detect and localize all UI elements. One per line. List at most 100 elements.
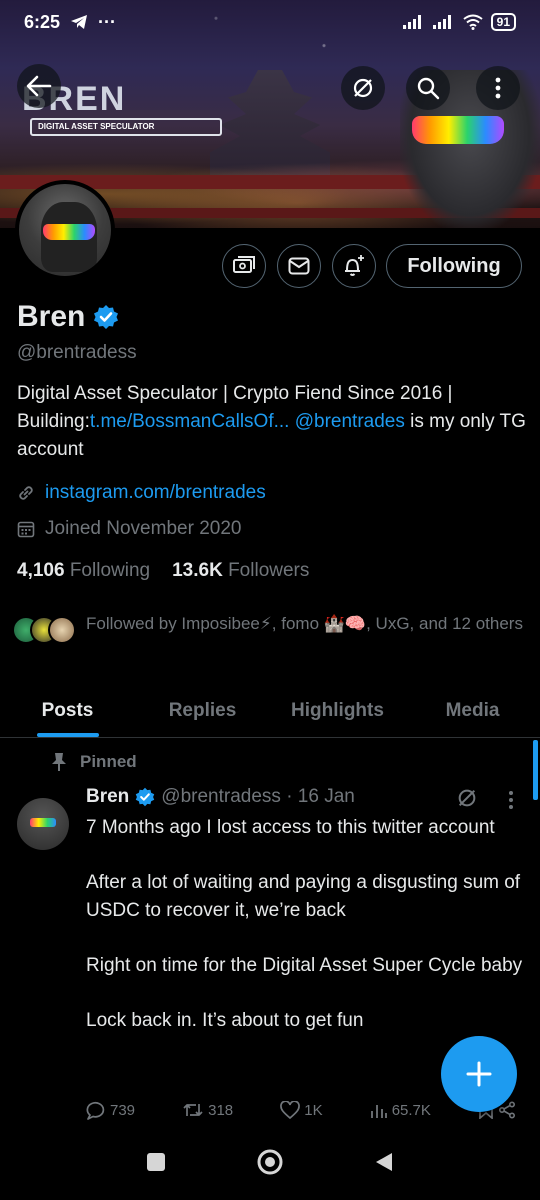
joined-row: Joined November 2020 — [17, 518, 241, 540]
followers-stat[interactable]: 13.6K Followers — [172, 560, 309, 582]
tab-label: Highlights — [291, 699, 384, 721]
tab-highlights[interactable]: Highlights — [270, 684, 405, 737]
compose-post-button[interactable] — [441, 1036, 517, 1112]
retweet-count: 318 — [208, 1101, 234, 1119]
profile-tabs: Posts Replies Highlights Media — [0, 684, 540, 738]
profile-avatar[interactable] — [15, 180, 115, 280]
tweet-paragraph: 7 Months ago I lost access to this twitt… — [86, 817, 495, 838]
arrow-left-icon — [26, 75, 52, 97]
status-bar: 6:25 ··· 91 — [0, 0, 540, 44]
avatar-sunglasses — [30, 818, 56, 827]
ticket-icon — [233, 256, 255, 273]
tab-label: Posts — [41, 699, 94, 721]
following-button[interactable]: Following — [386, 244, 522, 288]
banner-tagline: DIGITAL ASSET SPECULATOR — [30, 118, 222, 136]
search-button[interactable] — [406, 66, 450, 110]
recents-button[interactable] — [146, 1152, 166, 1177]
tab-posts[interactable]: Posts — [0, 684, 135, 737]
following-label: Following — [69, 560, 151, 581]
profile-name: Bren — [17, 300, 86, 333]
views-count: 65.7K — [391, 1101, 431, 1119]
tab-label: Media — [445, 699, 500, 721]
website-link[interactable]: instagram.com/brentrades — [45, 482, 266, 504]
tab-label: Replies — [168, 699, 237, 721]
tweet-author-handle-date: @brentradess · 16 Jan — [161, 786, 355, 807]
grok-button[interactable] — [341, 66, 385, 110]
tweet-body[interactable]: 7 Months ago I lost access to this twitt… — [86, 814, 526, 1062]
message-button[interactable] — [277, 244, 321, 288]
follow-stats: 4,106 Following 13.6K Followers — [17, 560, 309, 582]
heart-icon — [280, 1101, 301, 1119]
telegram-icon — [71, 15, 88, 29]
tweet-paragraph: Right on time for the Digital Asset Supe… — [86, 955, 523, 976]
followed-by-row[interactable]: Followed by Imposibee⚡, fomo 🏰🧠, UxG, an… — [12, 612, 528, 646]
tweet-header: Bren @brentradess · 16 Jan — [86, 786, 355, 808]
more-options-button[interactable] — [476, 66, 520, 110]
tweet-paragraph: Lock back in. It’s about to get fun — [86, 1010, 364, 1031]
like-count: 1K — [304, 1101, 323, 1119]
followers-label: Followers — [228, 560, 310, 581]
bio-mention-link[interactable]: @brentrades — [295, 411, 405, 432]
envelope-icon — [288, 257, 310, 275]
views-button[interactable]: 65.7K — [370, 1100, 431, 1120]
pin-icon — [52, 753, 66, 771]
profile-name-row: Bren — [17, 300, 119, 334]
plus-icon — [466, 1061, 492, 1087]
active-tab-indicator — [36, 733, 99, 737]
profile-handle: @brentradess — [17, 342, 137, 363]
signal-icon — [402, 15, 421, 29]
search-icon — [417, 77, 440, 100]
retweet-button[interactable]: 318 — [182, 1100, 233, 1120]
system-navigation-bar — [0, 1128, 540, 1200]
grok-icon — [353, 78, 373, 98]
triangle-back-icon — [376, 1152, 392, 1171]
views-icon — [370, 1105, 387, 1118]
link-icon — [19, 486, 33, 500]
vertical-dots-icon — [495, 77, 501, 99]
grok-icon[interactable] — [456, 787, 478, 809]
reply-button[interactable]: 739 — [86, 1100, 135, 1120]
website-row: instagram.com/brentrades — [17, 482, 266, 504]
more-notifications-icon: ··· — [98, 11, 117, 32]
followed-by-avatars — [12, 616, 78, 646]
battery-indicator: 91 — [490, 13, 516, 31]
reply-count: 739 — [110, 1101, 136, 1119]
followers-count: 13.6K — [172, 560, 223, 581]
tweet-author-avatar[interactable] — [17, 798, 69, 850]
follower-avatar — [48, 616, 76, 644]
home-circle-icon — [257, 1149, 283, 1174]
tab-replies[interactable]: Replies — [135, 684, 270, 737]
tab-media[interactable]: Media — [405, 684, 540, 737]
retweet-icon — [183, 1104, 203, 1116]
like-button[interactable]: 1K — [280, 1100, 323, 1120]
pinned-label-row: Pinned — [50, 752, 137, 772]
back-button[interactable] — [17, 64, 61, 108]
avatar-sunglasses — [43, 224, 95, 240]
tweet-more-icon[interactable] — [508, 790, 514, 810]
followed-by-text: Followed by Imposibee⚡, fomo 🏰🧠, UxG, an… — [86, 614, 523, 633]
back-nav-button[interactable] — [374, 1151, 394, 1178]
wifi-icon — [463, 14, 483, 30]
banner-sunglasses — [412, 116, 504, 144]
tweet-author-name[interactable]: Bren — [86, 786, 129, 808]
bell-plus-icon — [345, 255, 364, 276]
tweet-paragraph: After a lot of waiting and paying a disg… — [86, 872, 521, 921]
pinned-label: Pinned — [80, 752, 137, 771]
status-time: 6:25 — [24, 11, 61, 32]
bio-telegram-link[interactable]: t.me/BossmanCallsOf... — [90, 411, 290, 432]
calendar-icon — [17, 521, 35, 538]
signal-icon-2 — [432, 15, 451, 29]
scroll-indicator[interactable] — [533, 740, 538, 800]
home-button[interactable] — [256, 1148, 284, 1181]
verified-badge-icon — [136, 787, 155, 807]
subscribe-button[interactable] — [222, 244, 266, 288]
notifications-button[interactable] — [332, 244, 376, 288]
square-icon — [147, 1152, 165, 1171]
joined-date: Joined November 2020 — [45, 518, 242, 539]
verified-badge-icon[interactable] — [93, 304, 119, 330]
following-stat[interactable]: 4,106 Following — [17, 560, 150, 582]
profile-bio: Digital Asset Speculator | Crypto Fiend … — [17, 380, 527, 464]
reply-icon — [86, 1101, 105, 1120]
following-count: 4,106 — [17, 560, 65, 581]
tweet-actions: 739 318 1K 65.7K — [86, 1100, 516, 1120]
